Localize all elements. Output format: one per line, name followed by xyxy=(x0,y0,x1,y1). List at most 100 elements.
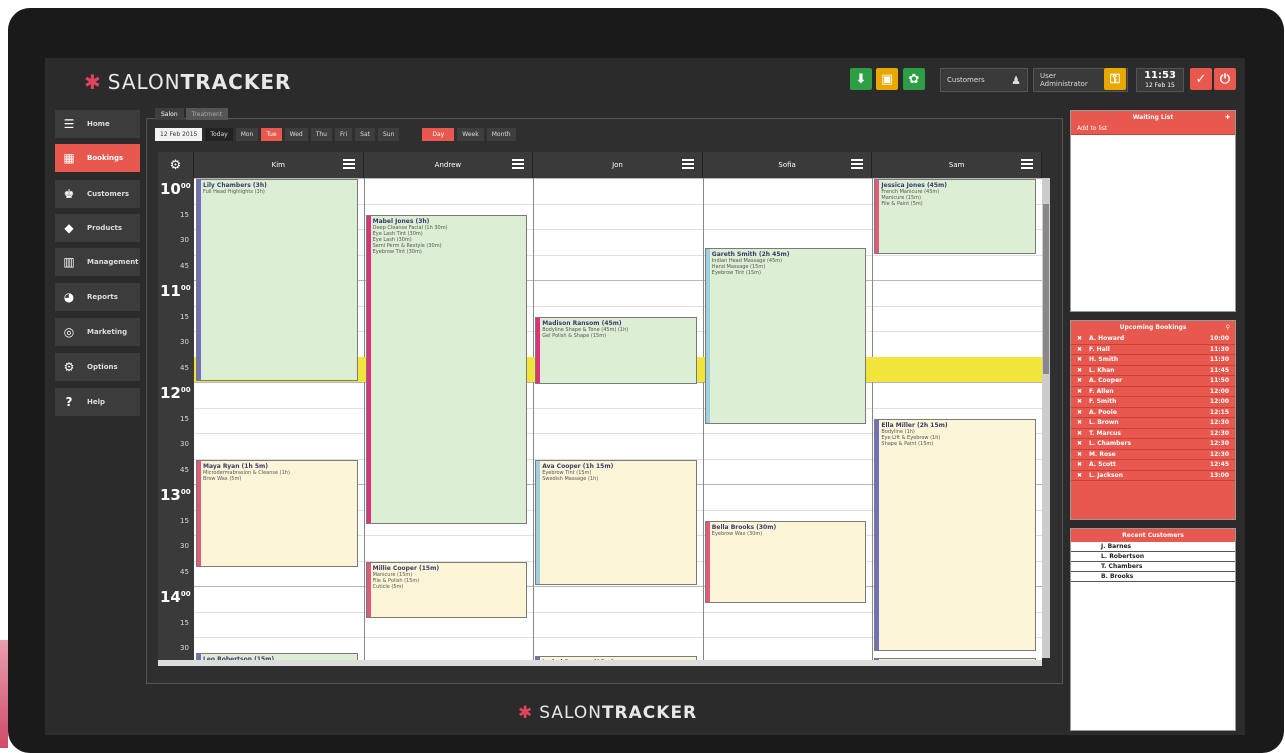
upcoming-booking-row[interactable]: ✖ F. Smith 12:00 xyxy=(1071,397,1235,408)
tab-salon[interactable]: Salon xyxy=(155,108,184,120)
day-button-thu[interactable]: Thu xyxy=(310,128,332,141)
download-icon[interactable]: ⬇ xyxy=(850,68,872,90)
upcoming-booking-row[interactable]: ✖ L. Chambers 12:30 xyxy=(1071,439,1235,450)
upcoming-booking-row[interactable]: ✖ H. Smith 11:30 xyxy=(1071,355,1235,366)
staff-column-kim[interactable]: Kim xyxy=(194,152,364,178)
recent-customer-row[interactable]: L. Robertson xyxy=(1071,552,1235,562)
upcoming-booking-row[interactable]: ✖ A. Poole 12:15 xyxy=(1071,407,1235,418)
appointment[interactable]: Bella Brooks (30m) Eyebrow Wax (30m) xyxy=(704,520,867,603)
sidebar-item-label: Help xyxy=(87,398,106,406)
recent-customer-row[interactable]: B. Brooks xyxy=(1071,572,1235,582)
view-button-week[interactable]: Week xyxy=(457,128,484,141)
column-menu-icon[interactable] xyxy=(342,159,355,169)
appointment[interactable]: Madison Ransom (45m) Bodyline Shape & Ton… xyxy=(535,316,697,384)
remove-icon[interactable]: ✖ xyxy=(1077,472,1089,479)
upcoming-booking-row[interactable]: ✖ L. Jackson 13:00 xyxy=(1071,470,1235,481)
tab-treatment[interactable]: Treatment xyxy=(185,108,229,120)
remove-icon[interactable]: ✖ xyxy=(1077,398,1089,405)
remove-icon[interactable]: ✖ xyxy=(1077,419,1089,426)
sidebar-item-home[interactable]: ☰ Home xyxy=(55,110,140,138)
upcoming-booking-row[interactable]: ✖ A. Howard 10:00 xyxy=(1071,334,1235,345)
booking-customer: L. Jackson xyxy=(1089,471,1123,479)
remove-icon[interactable]: ✖ xyxy=(1077,377,1089,384)
date-picker[interactable]: 12 Feb 2015 xyxy=(155,128,203,141)
remove-icon[interactable]: ✖ xyxy=(1077,461,1089,468)
today-button[interactable]: Today xyxy=(205,128,233,141)
calendar-settings[interactable]: ⚙ xyxy=(158,152,194,178)
appointment[interactable]: Millie Cooper (15m) Manicure (15m) File & … xyxy=(365,561,528,619)
column-menu-icon[interactable] xyxy=(1020,159,1033,169)
remove-icon[interactable]: ✖ xyxy=(1077,388,1089,395)
day-button-tue[interactable]: Tue xyxy=(261,128,282,141)
column-menu-icon[interactable] xyxy=(851,159,864,169)
remove-icon[interactable]: ✖ xyxy=(1077,409,1089,416)
appointment[interactable]: Mabel Jones (3h) Deep Cleanse Facial (1h … xyxy=(365,214,528,524)
appointment[interactable]: Gareth Smith (2h 45m) Indian Head Massage… xyxy=(704,247,867,425)
appointment-color-bar xyxy=(366,562,371,618)
recent-customer-row[interactable]: T. Chambers xyxy=(1071,562,1235,572)
time-label: 45 xyxy=(180,568,189,576)
sidebar-item-label: Marketing xyxy=(87,328,128,336)
power-icon[interactable]: ⏻ xyxy=(1214,68,1236,90)
upcoming-booking-row[interactable]: ✖ L. Brown 12:30 xyxy=(1071,418,1235,429)
time-label: 45 xyxy=(180,466,189,474)
remove-icon[interactable]: ✖ xyxy=(1077,451,1089,458)
appointment[interactable]: Maya Ryan (1h 5m) Microdermabrasion & Cle… xyxy=(196,459,358,568)
upcoming-booking-row[interactable]: ✖ L. Khan 11:45 xyxy=(1071,365,1235,376)
waiting-list-add[interactable]: Add to list xyxy=(1071,124,1235,135)
search-icon[interactable]: ⚲ xyxy=(1226,321,1230,334)
day-button-sun[interactable]: Sun xyxy=(377,128,400,141)
remove-icon[interactable]: ✖ xyxy=(1077,430,1089,437)
staff-column-jon[interactable]: Jon xyxy=(533,152,703,178)
sidebar-item-products[interactable]: ◆ Products xyxy=(55,214,140,242)
horizontal-scrollbar[interactable] xyxy=(158,660,1042,666)
scroll-thumb[interactable] xyxy=(1043,204,1049,374)
upcoming-booking-row[interactable]: ✖ A. Cooper 11:50 xyxy=(1071,376,1235,387)
remove-icon[interactable]: ✖ xyxy=(1077,440,1089,447)
appointment[interactable]: Ava Cooper (1h 15m) Eyebrow Tint (15m) Swe… xyxy=(535,459,697,585)
check-icon[interactable]: ✓ xyxy=(1190,68,1212,90)
upcoming-booking-row[interactable]: ✖ M. Rose 12:30 xyxy=(1071,449,1235,460)
view-button-month[interactable]: Month xyxy=(486,128,516,141)
appointment[interactable]: Ella Miller (2h 15m) Bodyline (1h) Eye Lif… xyxy=(874,418,1036,652)
sidebar-item-management[interactable]: ▥ Management xyxy=(55,248,140,276)
customers-button[interactable]: Customers ♟ xyxy=(940,68,1028,92)
day-calendar[interactable]: ⚙ Kim Andrew Jon Sofia Sam 1000 15 30 45 1100 15 30 4… xyxy=(158,152,1042,660)
view-button-day[interactable]: Day xyxy=(422,128,455,141)
calendar-add-icon[interactable]: ▣ xyxy=(876,68,898,90)
sidebar-item-marketing[interactable]: ◎ Marketing xyxy=(55,318,140,346)
upcoming-booking-row[interactable]: ✖ F. Allen 12:00 xyxy=(1071,386,1235,397)
sidebar-item-help[interactable]: ? Help xyxy=(55,388,140,416)
vertical-scrollbar[interactable] xyxy=(1042,178,1050,658)
day-button-fri[interactable]: Fri xyxy=(334,128,353,141)
staff-column-andrew[interactable]: Andrew xyxy=(363,152,534,178)
sidebar-item-options[interactable]: ⚙ Options xyxy=(55,353,140,381)
day-button-mon[interactable]: Mon xyxy=(235,128,259,141)
recent-customer-row[interactable]: J. Barnes xyxy=(1071,542,1235,552)
time-value: 15 xyxy=(180,312,189,321)
remove-icon[interactable]: ✖ xyxy=(1077,367,1089,374)
waiting-list-add-label: Add to list xyxy=(1077,125,1108,133)
settings-icon[interactable]: ✿ xyxy=(903,68,925,90)
appointment[interactable]: Jessica Jones (45m) French Manicure (45m)… xyxy=(874,179,1036,254)
key-icon[interactable]: ⚿ xyxy=(1104,68,1126,90)
column-menu-icon[interactable] xyxy=(512,159,525,169)
day-button-sat[interactable]: Sat xyxy=(355,128,375,141)
staff-column-sam[interactable]: Sam xyxy=(872,152,1042,178)
appointment[interactable]: Lily Chambers (3h) Full Head Highlights (… xyxy=(196,179,358,381)
column-menu-icon[interactable] xyxy=(681,159,694,169)
add-icon[interactable]: ✚ xyxy=(1225,111,1230,124)
upcoming-booking-row[interactable]: ✖ A. Scott 12:45 xyxy=(1071,460,1235,471)
day-button-wed[interactable]: Wed xyxy=(284,128,308,141)
booking-time: 13:00 xyxy=(1209,471,1229,479)
upcoming-booking-row[interactable]: ✖ F. Hall 11:30 xyxy=(1071,344,1235,355)
upcoming-booking-row[interactable]: ✖ T. Marcus 12:30 xyxy=(1071,428,1235,439)
remove-icon[interactable]: ✖ xyxy=(1077,335,1089,342)
sidebar-item-reports[interactable]: ◕ Reports xyxy=(55,283,140,311)
appointment[interactable]: Leo Robertson (15m) xyxy=(196,653,358,660)
sidebar-item-customers[interactable]: ♚ Customers xyxy=(55,180,140,208)
sidebar-item-bookings[interactable]: ▦ Bookings xyxy=(55,144,140,172)
remove-icon[interactable]: ✖ xyxy=(1077,346,1089,353)
remove-icon[interactable]: ✖ xyxy=(1077,356,1089,363)
staff-column-sofia[interactable]: Sofia xyxy=(702,152,873,178)
